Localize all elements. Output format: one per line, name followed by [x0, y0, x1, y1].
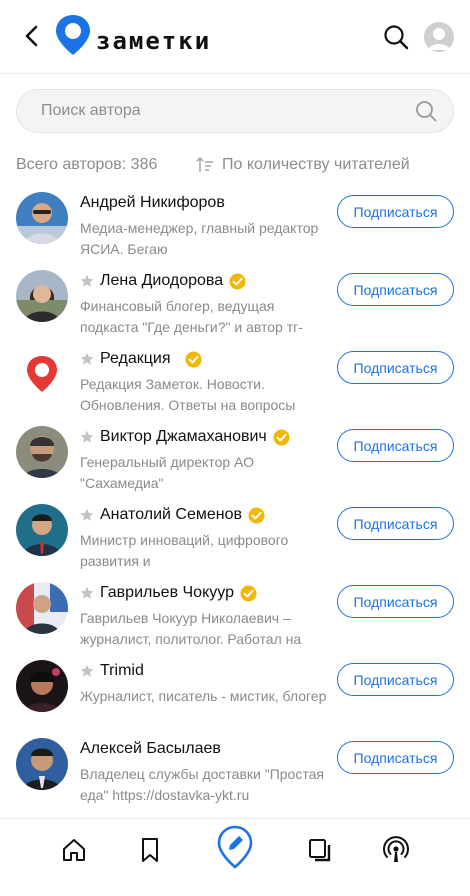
- author-avatar: [16, 426, 68, 478]
- author-avatar: [16, 348, 68, 400]
- author-name[interactable]: Редакция: [100, 350, 171, 368]
- user-icon: [428, 28, 450, 50]
- author-search-input[interactable]: [41, 90, 411, 132]
- verified-badge-icon: [229, 273, 246, 289]
- author-row[interactable]: Редакция Редакция Заметок. Новости. Обно…: [0, 338, 470, 416]
- home-icon: [63, 839, 85, 861]
- copy-icon: [309, 839, 331, 862]
- bottom-navigation: [0, 818, 470, 896]
- author-avatar: [16, 738, 68, 790]
- subscribe-button[interactable]: Подписаться: [337, 351, 454, 384]
- bookmark-icon: [142, 838, 158, 862]
- back-button[interactable]: [20, 22, 42, 50]
- author-name[interactable]: Виктор Джамаханович: [100, 428, 267, 446]
- author-row[interactable]: Виктор Джамаханович Генеральный директор…: [0, 416, 470, 494]
- verified-badge-icon: [240, 585, 257, 601]
- app-logo-text: заметки: [96, 27, 212, 55]
- star-icon[interactable]: [80, 274, 94, 288]
- write-icon[interactable]: [217, 825, 253, 869]
- author-description: Владелец службы доставки "Простая еда" h…: [80, 766, 324, 803]
- author-description: Медиа-менеджер, главный редактор ЯСИА. Б…: [80, 220, 319, 257]
- nav-podcasts[interactable]: [381, 835, 411, 865]
- author-avatar: [16, 504, 68, 556]
- author-row[interactable]: Лена Диодорова Финансовый блогер, ведуща…: [0, 260, 470, 338]
- author-description: Финансовый блогер, ведущая подкаста "Где…: [80, 298, 303, 335]
- verified-badge-icon: [248, 507, 265, 523]
- author-avatar: [16, 582, 68, 634]
- profile-avatar[interactable]: [424, 22, 454, 52]
- star-icon[interactable]: [80, 430, 94, 444]
- subscribe-button[interactable]: Подписаться: [337, 507, 454, 540]
- verified-badge-icon: [273, 429, 290, 445]
- author-description: Журналист, писатель - мистик, блогер: [80, 688, 327, 704]
- verified-badge-icon: [185, 351, 202, 367]
- search-icon: [384, 25, 409, 50]
- author-name[interactable]: Алексей Басылаев: [80, 740, 221, 758]
- author-search-box: [16, 89, 454, 133]
- author-description: Генеральный директор АО "Сахамедиа": [80, 454, 254, 491]
- author-row[interactable]: Гаврильев Чокуур Гаврильев Чокуур Никола…: [0, 572, 470, 650]
- chevron-left-icon: [25, 25, 38, 47]
- author-description: Редакция Заметок. Новости. Обновления. О…: [80, 376, 296, 413]
- nav-collections[interactable]: [305, 835, 335, 865]
- author-row[interactable]: Анатолий Семенов Министр инноваций, цифр…: [0, 494, 470, 572]
- star-icon[interactable]: [80, 664, 94, 678]
- star-icon[interactable]: [80, 508, 94, 522]
- subscribe-button[interactable]: Подписаться: [337, 429, 454, 462]
- subscribe-button[interactable]: Подписаться: [337, 741, 454, 774]
- nav-bookmarks[interactable]: [135, 835, 165, 865]
- author-avatar: [16, 192, 68, 244]
- nav-home[interactable]: [59, 835, 89, 865]
- author-row[interactable]: Алексей Басылаев Владелец службы доставк…: [0, 728, 470, 806]
- subscribe-button[interactable]: Подписаться: [337, 585, 454, 618]
- author-row[interactable]: Андрей Никифоров Медиа-менеджер, главный…: [0, 182, 470, 260]
- total-authors-count: Всего авторов: 386: [16, 156, 158, 173]
- author-name[interactable]: Андрей Никифоров: [80, 194, 225, 212]
- podcast-icon: [383, 836, 409, 862]
- star-icon[interactable]: [80, 352, 94, 366]
- author-description: Гаврильев Чокуур Николаевич – журналист,…: [80, 610, 302, 647]
- authors-summary: Всего авторов: 386 По количеству читател…: [16, 154, 456, 176]
- header-search-button[interactable]: [383, 24, 409, 50]
- subscribe-button[interactable]: Подписаться: [337, 195, 454, 228]
- author-name[interactable]: Анатолий Семенов: [100, 506, 242, 524]
- sort-option[interactable]: По количеству читателей: [222, 156, 410, 174]
- sort-icon[interactable]: [196, 156, 214, 174]
- subscribe-button[interactable]: Подписаться: [337, 273, 454, 306]
- search-icon[interactable]: [415, 100, 437, 122]
- author-name[interactable]: Гаврильев Чокуур: [100, 584, 234, 602]
- star-icon[interactable]: [80, 586, 94, 600]
- author-avatar: [16, 660, 68, 712]
- app-header: заметки: [0, 0, 470, 74]
- author-description: Министр инноваций, цифрового развития и: [80, 532, 289, 569]
- subscribe-button[interactable]: Подписаться: [337, 663, 454, 696]
- pin-logo-icon: [27, 356, 57, 392]
- author-name[interactable]: Лена Диодорова: [100, 272, 223, 290]
- author-name[interactable]: Trimid: [100, 662, 144, 680]
- author-avatar: [16, 270, 68, 322]
- author-row[interactable]: Trimid Журналист, писатель - мистик, бло…: [0, 650, 470, 728]
- pin-logo-icon: [56, 15, 90, 55]
